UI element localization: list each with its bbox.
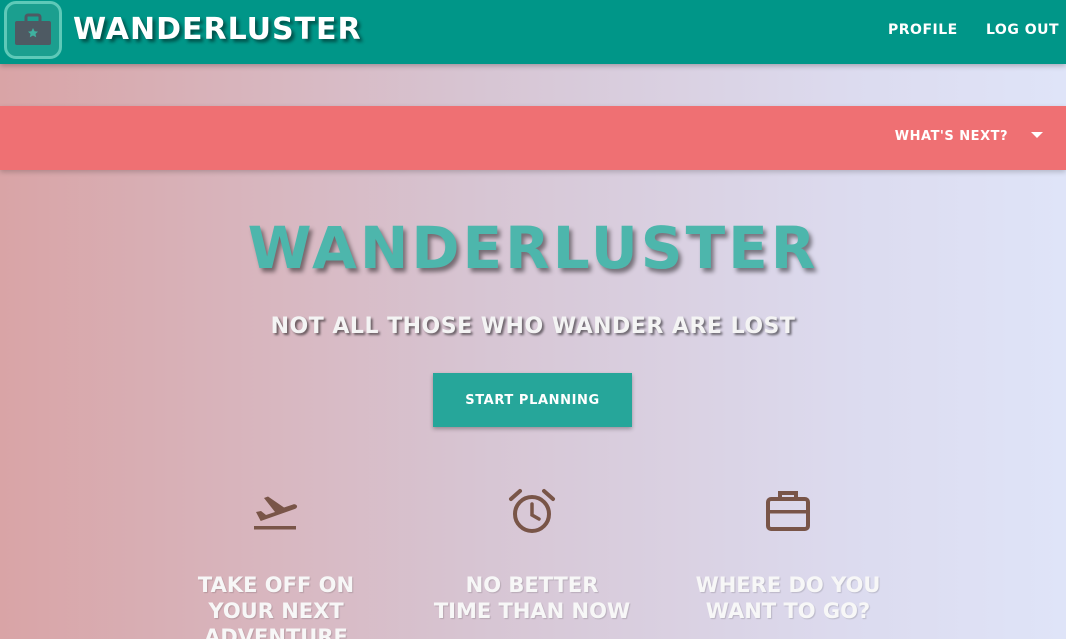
- feature-takeoff: TAKE OFF ON YOUR NEXT ADVENTURE: [156, 488, 396, 639]
- start-planning-button[interactable]: START PLANNING: [433, 373, 632, 427]
- whats-next-dropdown[interactable]: WHAT'S NEXT?: [895, 129, 1008, 144]
- feature-text: WHERE DO YOU WANT TO GO?: [695, 573, 881, 623]
- hero-title: WANDERLUSTER: [247, 214, 819, 282]
- flight-takeoff-icon: [254, 496, 298, 530]
- brand-title[interactable]: WANDERLUSTER: [73, 12, 362, 47]
- briefcase-icon[interactable]: [4, 1, 62, 59]
- logout-link[interactable]: LOG OUT: [986, 22, 1059, 38]
- feature-destination: WHERE DO YOU WANT TO GO?: [668, 488, 908, 624]
- work-briefcase-icon: [766, 491, 810, 531]
- feature-text: NO BETTER TIME THAN NOW: [433, 573, 631, 623]
- caret-down-icon[interactable]: [1031, 132, 1043, 138]
- hero-subtitle: NOT ALL THOSE WHO WANDER ARE LOST: [270, 314, 796, 339]
- top-navbar: WANDERLUSTER PROFILE LOG OUT: [0, 0, 1066, 64]
- feature-time: NO BETTER TIME THAN NOW: [412, 488, 652, 624]
- feature-text: TAKE OFF ON YOUR NEXT ADVENTURE: [197, 573, 355, 639]
- alarm-clock-icon: [509, 489, 555, 533]
- profile-link[interactable]: PROFILE: [888, 22, 958, 38]
- whats-next-bar: WHAT'S NEXT?: [0, 106, 1066, 170]
